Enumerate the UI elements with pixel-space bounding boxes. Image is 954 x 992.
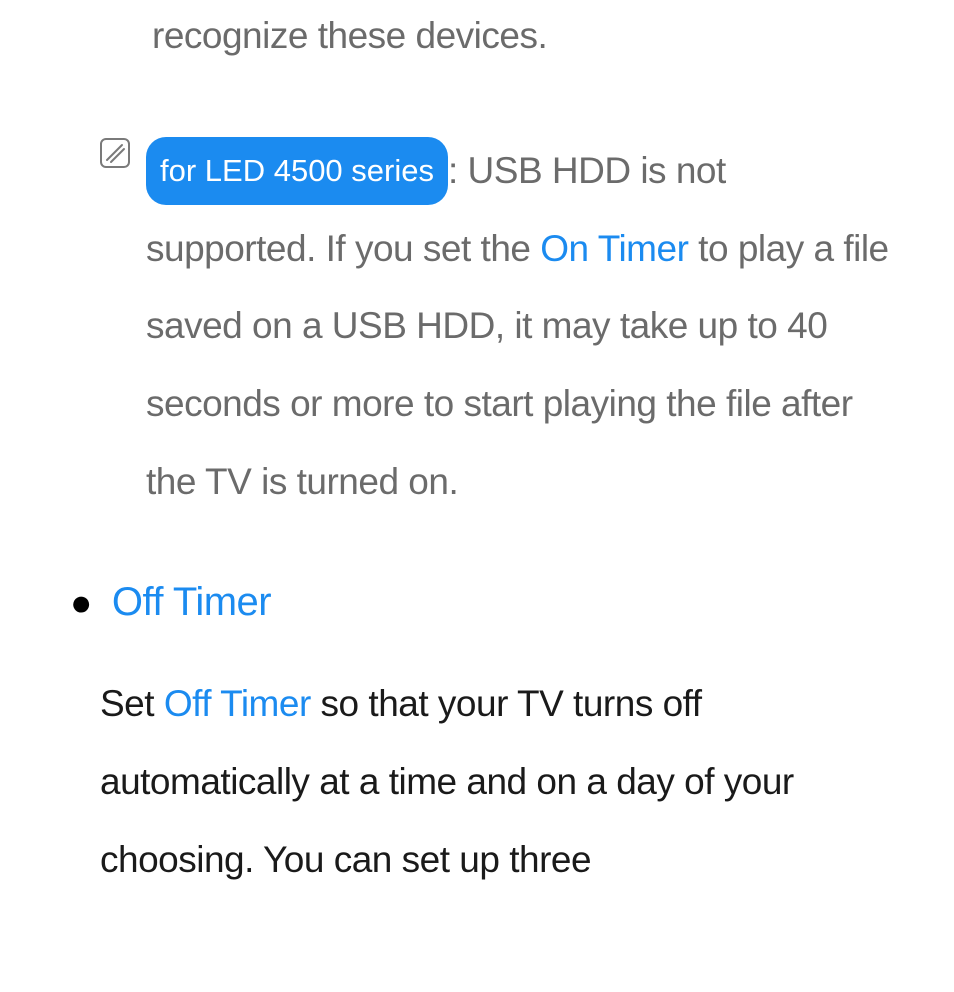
para-segment-1: Set [100,683,164,724]
series-pill: for LED 4500 series [146,137,448,205]
body-paragraph: Set Off Timer so that your TV turns off … [100,665,894,898]
off-timer-heading: Off Timer [112,580,271,625]
note-block: for LED 4500 series: USB HDD is not supp… [100,132,894,520]
bullet-icon: ● [70,582,92,624]
on-timer-link: On Timer [540,228,688,269]
bullet-heading-row: ● Off Timer [100,580,894,625]
document-page: recognize these devices. for LED 4500 se… [0,15,954,899]
note-icon [100,138,130,168]
continuation-line: recognize these devices. [100,15,894,57]
off-timer-link: Off Timer [164,683,311,724]
note-text: for LED 4500 series: USB HDD is not supp… [146,132,894,520]
